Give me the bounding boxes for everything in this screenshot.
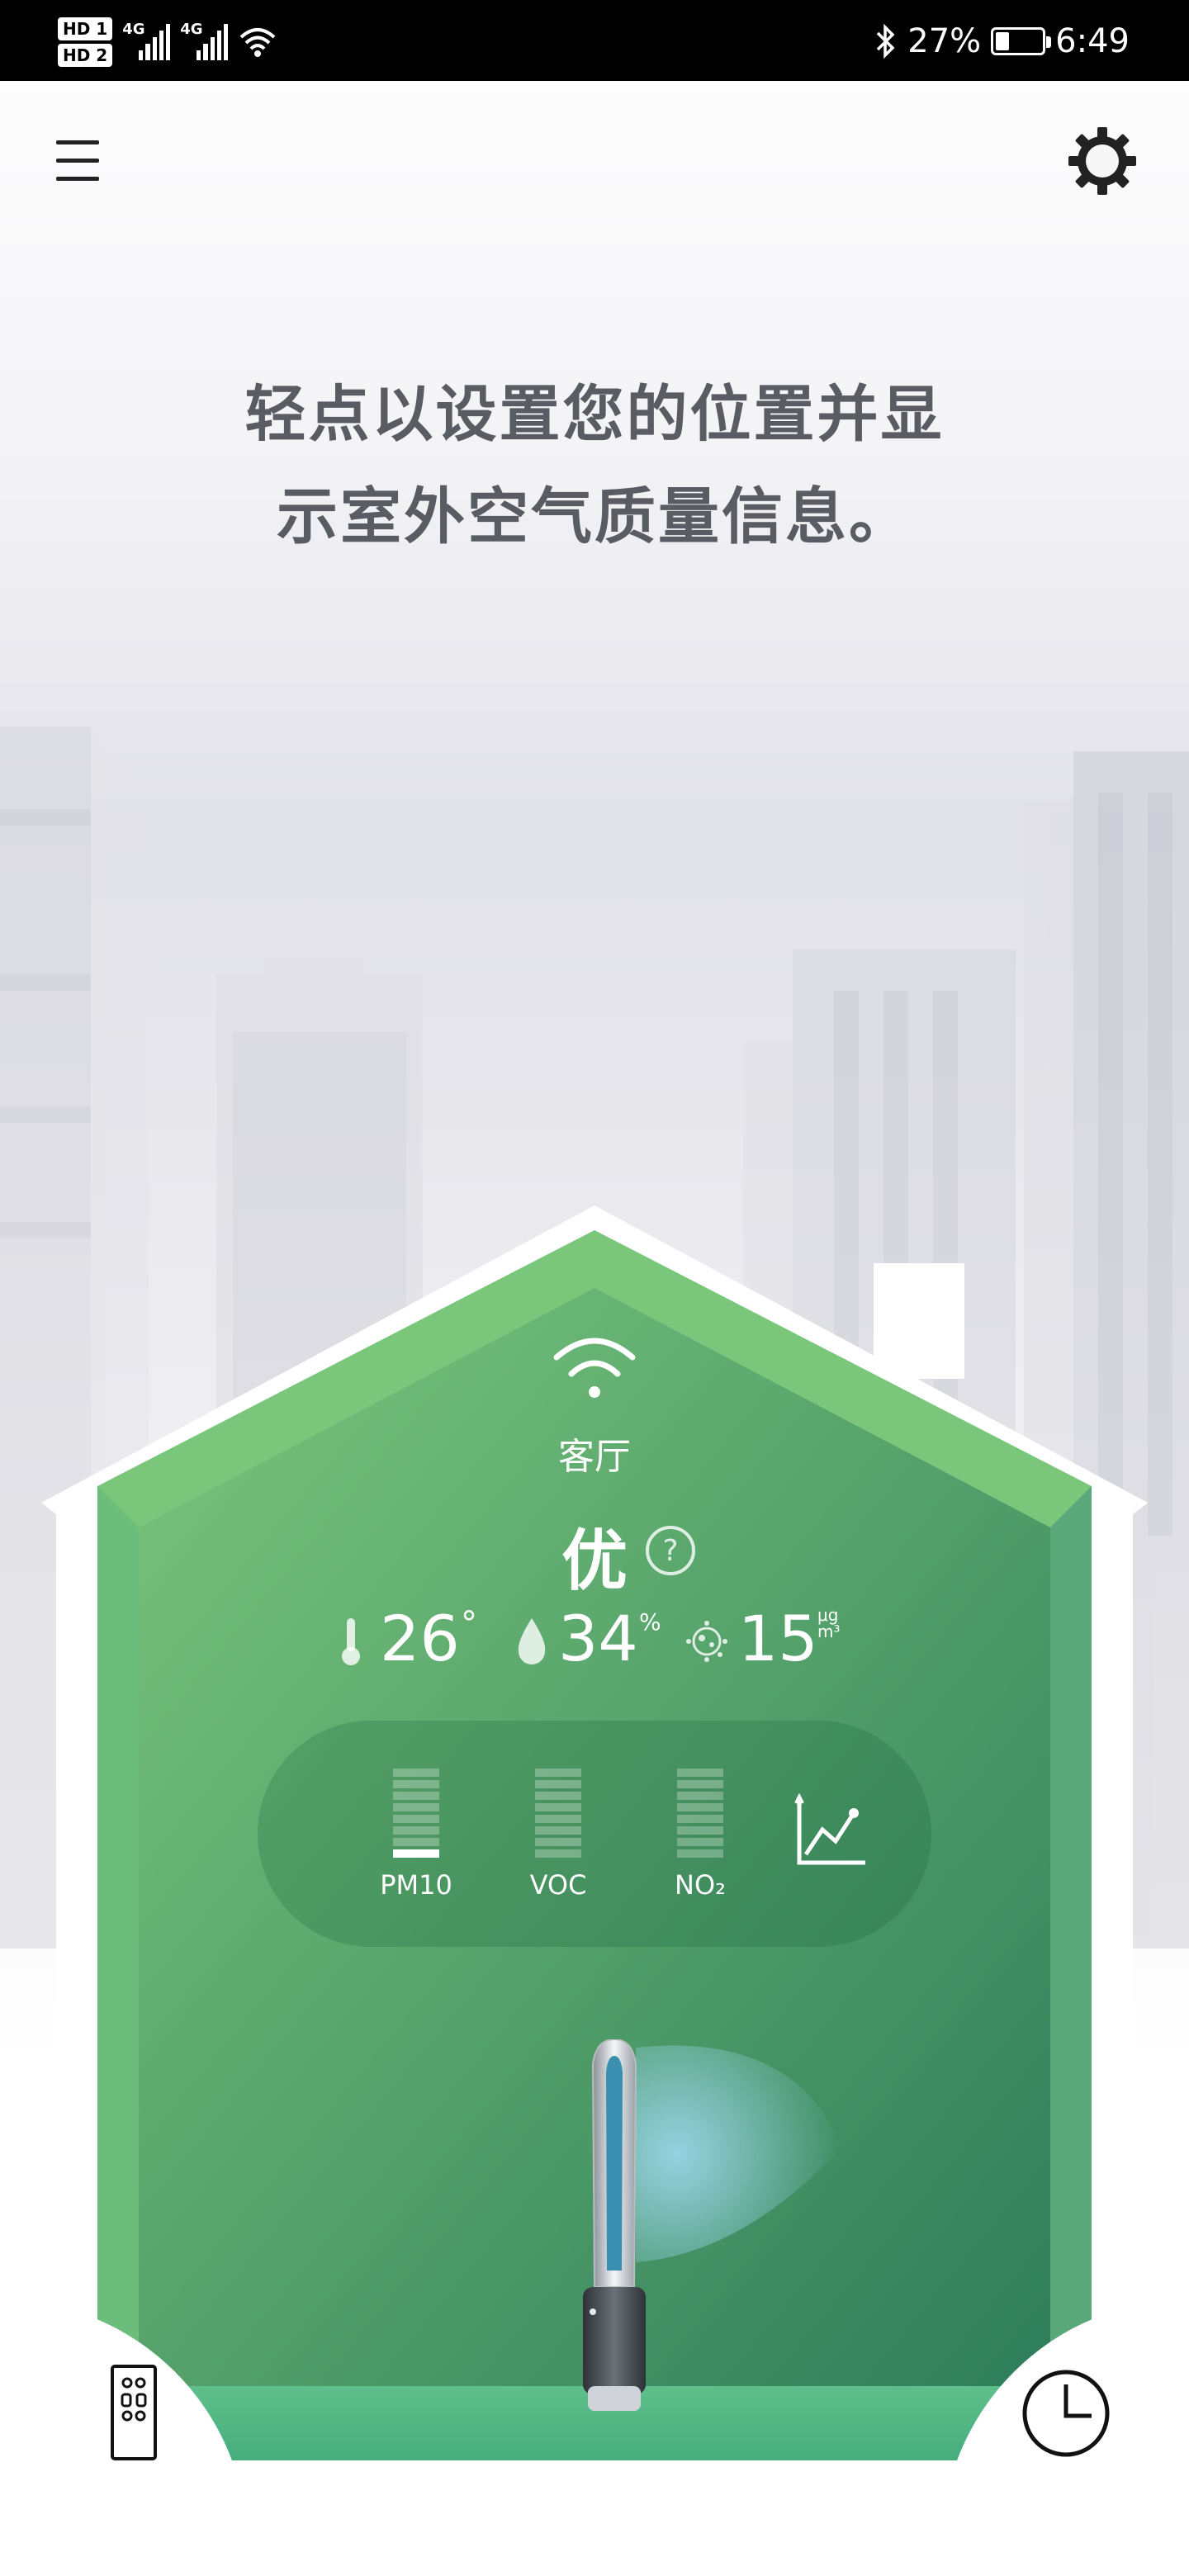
hd1-badge: HD 1 [58,17,113,40]
no2-level-bar [677,1769,723,1859]
svg-text:?: ? [662,1534,678,1568]
temperature-value: 26 [380,1602,460,1675]
room-name: 客厅 [558,1436,631,1478]
thermometer-icon [342,1618,360,1665]
remote-icon [111,2365,157,2460]
hd-indicator: HD 1 HD 2 [58,17,113,67]
status-bar: HD 1 HD 2 4G 4G 27% 6:49 [0,0,1189,81]
pm-unit-bottom: m³ [817,1622,841,1641]
air-quality-rating: 优 [561,1522,628,1599]
network1-label: 4G [122,21,145,38]
clock-time: 6:49 [1055,22,1130,60]
temperature-unit: ° [461,1605,477,1643]
settings-gear-icon[interactable] [1065,124,1139,198]
battery-icon [991,27,1052,55]
voc-label: VOC [529,1869,587,1901]
hd2-badge: HD 2 [58,44,113,67]
pollutant-panel[interactable]: PM10 VOC NO₂ [258,1721,931,1947]
no2-label: NO₂ [675,1869,726,1901]
prompt-line-2: 示室外空气质量信息。 [277,481,912,552]
humidity-value: 34 [558,1602,638,1675]
chart-history-icon[interactable] [794,1793,869,1868]
battery-percent: 27% [907,22,982,60]
pm10-level-bar [393,1769,439,1859]
room-readings: 26 ° 34 % 15 μg m³ [330,1602,859,1676]
air-purifier-fan-image [583,2039,646,2411]
pm-unit-top: μg [817,1605,839,1625]
wifi-status-icon [239,28,276,57]
location-prompt[interactable]: 轻点以设置您的位置并显 示室外空气质量信息。 [165,363,1024,568]
menu-button[interactable] [50,132,107,190]
bluetooth-icon [877,23,895,59]
help-question-icon[interactable]: ? [644,1524,697,1577]
voc-level-bar [535,1769,581,1859]
wifi-connected-icon [553,1338,636,1398]
clock-icon [1022,2370,1110,2457]
pm10-label: PM10 [380,1869,452,1901]
particulate-icon [686,1621,727,1662]
signal-icon-2: 4G [180,21,229,60]
prompt-line-1: 轻点以设置您的位置并显 [244,379,945,450]
humidity-unit: % [639,1608,661,1636]
network2-label: 4G [180,21,203,38]
humidity-drop-icon [518,1618,546,1664]
pm-value: 15 [738,1602,818,1675]
signal-icon: 4G [122,21,171,60]
